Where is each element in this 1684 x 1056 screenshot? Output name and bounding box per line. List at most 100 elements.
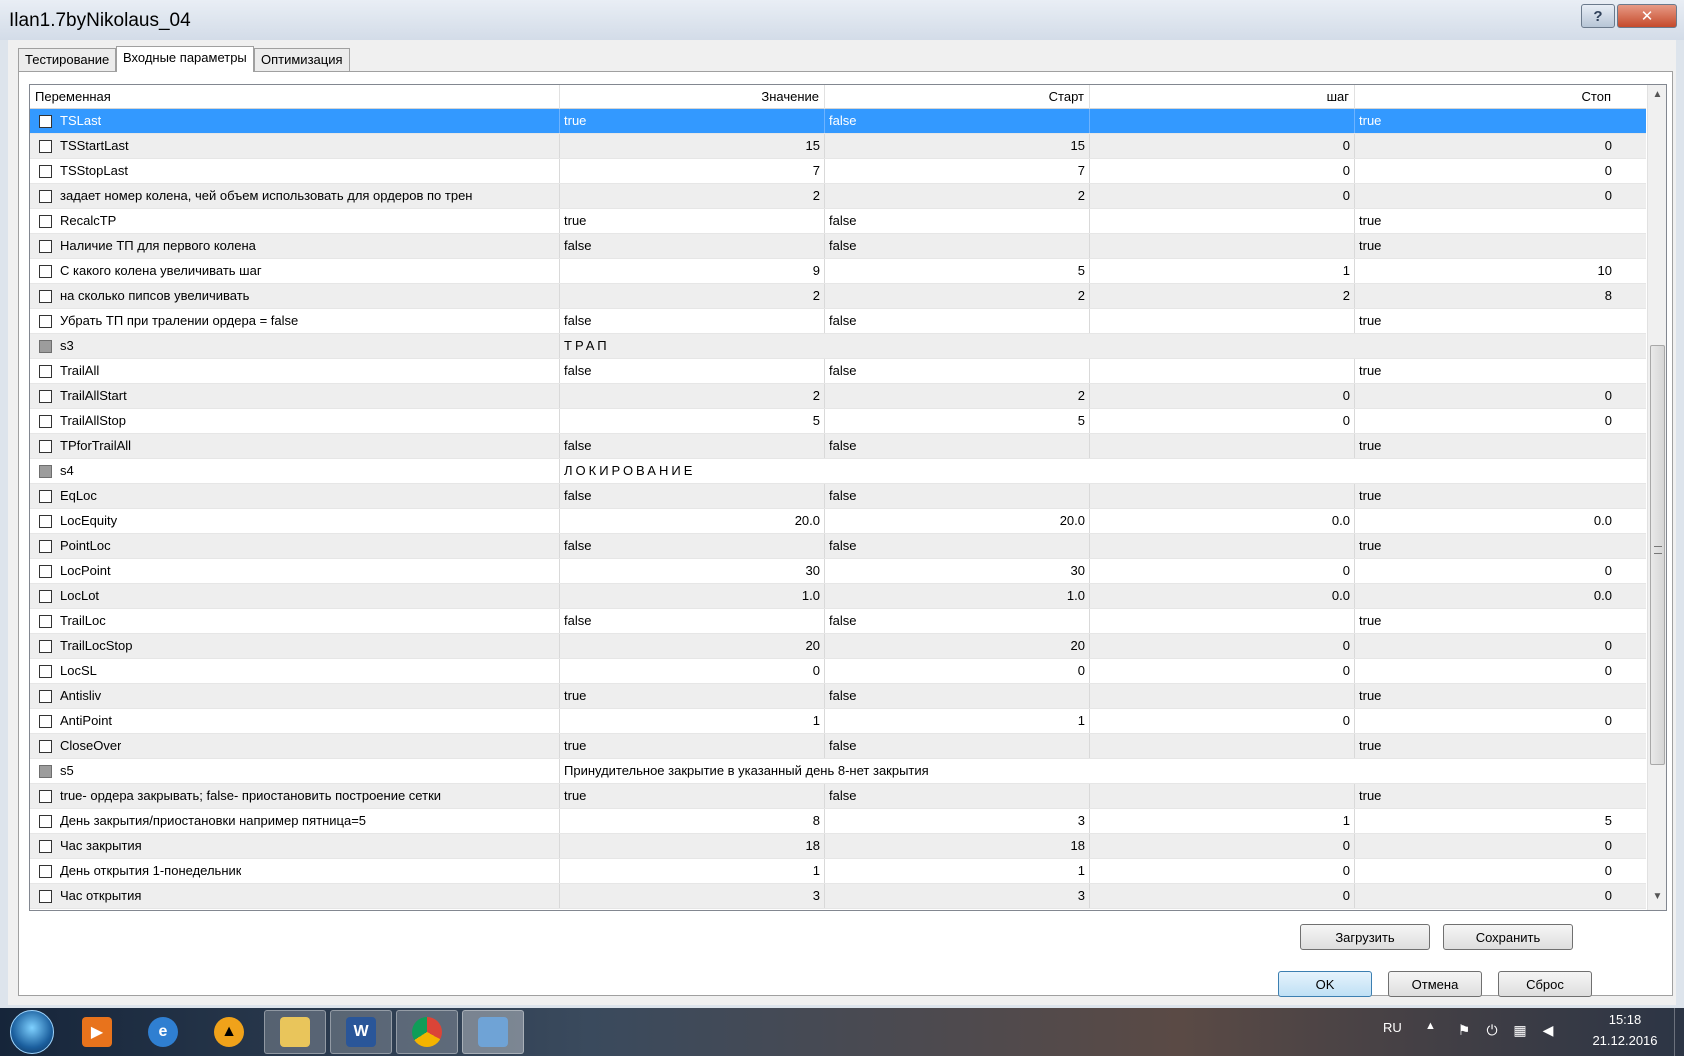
value-cell[interactable]: false (560, 434, 825, 458)
variable-cell[interactable]: TrailAllStop (30, 409, 560, 433)
cancel-button[interactable]: Отмена (1388, 971, 1482, 997)
step-cell[interactable] (1090, 734, 1355, 758)
optimize-checkbox[interactable] (39, 614, 52, 628)
variable-cell[interactable]: s3 (30, 334, 560, 358)
value-cell[interactable]: 2 (560, 284, 825, 308)
step-cell[interactable]: 0 (1090, 384, 1355, 408)
start-cell[interactable]: false (825, 234, 1090, 258)
taskbar-aimp[interactable]: ▲ (198, 1010, 260, 1054)
value-cell[interactable]: 20 (560, 634, 825, 658)
optimize-checkbox[interactable] (39, 164, 52, 178)
optimize-checkbox[interactable] (39, 389, 52, 403)
table-row[interactable]: Час закрытия 18 18 0 0 (30, 834, 1646, 859)
table-row[interactable]: TPforTrailAll false false true (30, 434, 1646, 459)
step-cell[interactable] (1090, 609, 1355, 633)
stop-cell[interactable]: 0 (1355, 634, 1616, 658)
optimize-checkbox[interactable] (39, 414, 52, 428)
variable-cell[interactable]: TrailLocStop (30, 634, 560, 658)
step-cell[interactable] (1090, 209, 1355, 233)
table-row[interactable]: TSLast true false true (30, 109, 1646, 134)
variable-cell[interactable]: EqLoc (30, 484, 560, 508)
optimize-checkbox[interactable] (39, 114, 52, 128)
step-cell[interactable] (1090, 784, 1355, 808)
value-cell[interactable]: true (560, 784, 825, 808)
scroll-down-arrow-icon[interactable]: ▼ (1648, 891, 1666, 902)
variable-cell[interactable]: s4 (30, 459, 560, 483)
start-cell[interactable]: 3 (825, 809, 1090, 833)
table-row[interactable]: LocEquity 20.0 20.0 0.0 0.0 (30, 509, 1646, 534)
variable-cell[interactable]: PointLoc (30, 534, 560, 558)
value-cell[interactable]: false (560, 484, 825, 508)
optimize-checkbox[interactable] (39, 639, 52, 653)
start-cell[interactable]: 20.0 (825, 509, 1090, 533)
step-cell[interactable]: 0 (1090, 659, 1355, 683)
optimize-checkbox[interactable] (39, 739, 52, 753)
stop-cell[interactable]: true (1355, 784, 1616, 808)
value-cell[interactable]: false (560, 609, 825, 633)
reset-button[interactable]: Сброс (1498, 971, 1592, 997)
variable-cell[interactable]: true- ордера закрывать; false- приостано… (30, 784, 560, 808)
close-button[interactable]: ✕ (1617, 4, 1677, 28)
start-cell[interactable]: 1 (825, 859, 1090, 883)
step-cell[interactable] (1090, 109, 1355, 133)
table-row[interactable]: на сколько пипсов увеличивать 2 2 2 8 (30, 284, 1646, 309)
value-cell[interactable]: 1 (560, 859, 825, 883)
variable-cell[interactable]: TrailAll (30, 359, 560, 383)
value-cell[interactable]: 0 (560, 659, 825, 683)
value-cell[interactable]: 30 (560, 559, 825, 583)
stop-cell[interactable]: 0 (1355, 884, 1616, 908)
step-cell[interactable]: 0.0 (1090, 509, 1355, 533)
section-header-value[interactable]: Принудительное закрытие в указанный день… (560, 759, 1646, 783)
variable-cell[interactable]: День закрытия/приостановки например пятн… (30, 809, 560, 833)
vertical-scrollbar[interactable]: ▲ ▼ (1647, 85, 1666, 910)
stop-cell[interactable]: 0 (1355, 159, 1616, 183)
variable-cell[interactable]: LocLot (30, 584, 560, 608)
optimize-checkbox[interactable] (39, 439, 52, 453)
start-cell[interactable]: 2 (825, 384, 1090, 408)
value-cell[interactable]: false (560, 359, 825, 383)
step-cell[interactable]: 1 (1090, 809, 1355, 833)
step-cell[interactable] (1090, 359, 1355, 383)
step-cell[interactable] (1090, 534, 1355, 558)
optimize-checkbox[interactable] (39, 139, 52, 153)
stop-cell[interactable]: true (1355, 609, 1616, 633)
stop-cell[interactable]: 0 (1355, 859, 1616, 883)
stop-cell[interactable]: 0.0 (1355, 509, 1616, 533)
stop-cell[interactable]: true (1355, 734, 1616, 758)
table-row[interactable]: LocPoint 30 30 0 0 (30, 559, 1646, 584)
scroll-thumb[interactable] (1650, 345, 1665, 765)
stop-cell[interactable]: 0.0 (1355, 584, 1616, 608)
table-row[interactable]: EqLoc false false true (30, 484, 1646, 509)
variable-cell[interactable]: TrailLoc (30, 609, 560, 633)
stop-cell[interactable]: 0 (1355, 834, 1616, 858)
header-step[interactable]: шаг (1090, 85, 1355, 109)
step-cell[interactable]: 0 (1090, 884, 1355, 908)
optimize-checkbox[interactable] (39, 564, 52, 578)
step-cell[interactable]: 0 (1090, 559, 1355, 583)
variable-cell[interactable]: задает номер колена, чей объем использов… (30, 184, 560, 208)
value-cell[interactable]: true (560, 209, 825, 233)
scroll-up-arrow-icon[interactable]: ▲ (1648, 89, 1666, 100)
value-cell[interactable]: false (560, 309, 825, 333)
start-cell[interactable]: 1.0 (825, 584, 1090, 608)
value-cell[interactable]: true (560, 684, 825, 708)
start-cell[interactable]: false (825, 684, 1090, 708)
variable-cell[interactable]: s5 (30, 759, 560, 783)
tab-testing[interactable]: Тестирование (18, 48, 117, 71)
header-variable[interactable]: Переменная (30, 85, 560, 109)
stop-cell[interactable]: true (1355, 359, 1616, 383)
start-cell[interactable]: false (825, 609, 1090, 633)
stop-cell[interactable]: 0 (1355, 409, 1616, 433)
table-row[interactable]: LocSL 0 0 0 0 (30, 659, 1646, 684)
table-row[interactable]: С какого колена увеличивать шаг 9 5 1 10 (30, 259, 1646, 284)
table-row[interactable]: Наличие ТП для первого колена false false t… (30, 234, 1646, 259)
stop-cell[interactable]: true (1355, 309, 1616, 333)
table-row[interactable]: true- ордера закрывать; false- приостано… (30, 784, 1646, 809)
step-cell[interactable]: 0 (1090, 409, 1355, 433)
step-cell[interactable] (1090, 309, 1355, 333)
optimize-checkbox[interactable] (39, 514, 52, 528)
optimize-checkbox[interactable] (39, 314, 52, 328)
network-icon[interactable]: ▦ (1512, 1022, 1528, 1038)
table-row[interactable]: TrailLocStop 20 20 0 0 (30, 634, 1646, 659)
taskbar-word[interactable]: W (330, 1010, 392, 1054)
